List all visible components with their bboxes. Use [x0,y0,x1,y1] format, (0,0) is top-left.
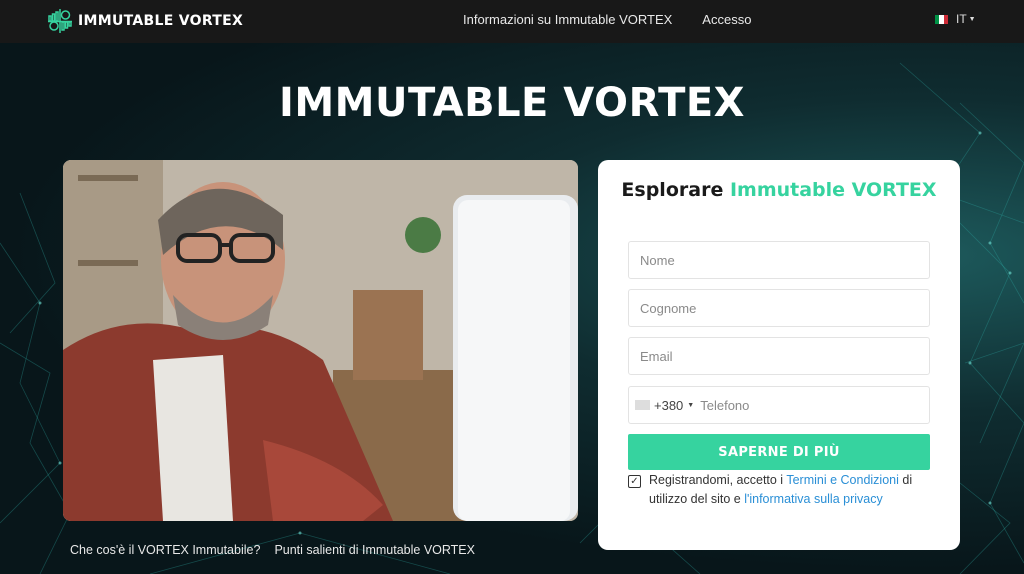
form-title: Esplorare Immutable VORTEX [598,177,960,203]
privacy-link[interactable]: l'informativa sulla privacy [744,492,883,506]
main-nav: Informazioni su Immutable VORTEX Accesso [463,12,751,27]
first-name-input[interactable] [640,252,929,268]
logo[interactable]: IMMUTABLE VORTEX [47,8,243,34]
first-name-field[interactable] [628,241,930,279]
consent-text: Registrandomi, accetto i Termini e Condi… [649,471,938,509]
footer-link-what-is[interactable]: Che cos'è il VORTEX Immutabile? [70,543,260,557]
country-code-selector[interactable]: +380 ▼ [635,398,694,413]
caret-down-icon: ▼ [687,401,695,409]
consent-row: ✓ Registrandomi, accetto i Termini e Con… [628,471,938,509]
last-name-field[interactable] [628,289,930,327]
country-flag-icon [635,400,650,410]
checkmark-icon: ✓ [630,476,639,487]
nav-about[interactable]: Informazioni su Immutable VORTEX [463,12,672,27]
language-selector[interactable]: IT ▼ [935,12,976,26]
form-title-accent: Immutable VORTEX [729,179,937,201]
email-field[interactable] [628,337,930,375]
terms-link[interactable]: Termini e Condizioni [786,473,899,487]
logo-icon [48,9,72,33]
man-at-computer-illustration [63,160,578,521]
signup-form: Esplorare Immutable VORTEX +380 ▼ SAPERN… [598,160,960,550]
nav-login[interactable]: Accesso [702,12,751,27]
submit-button[interactable]: SAPERNE DI PIÙ [628,434,930,470]
country-code: +380 [654,397,684,413]
consent-text-part-1: Registrandomi, accetto i [649,473,787,487]
caret-down-icon: ▼ [968,15,976,23]
last-name-input[interactable] [640,300,929,316]
phone-field[interactable]: +380 ▼ [628,386,930,424]
form-title-prefix: Esplorare [621,179,724,201]
italy-flag-icon [935,14,948,24]
consent-checkbox[interactable]: ✓ [628,475,641,488]
language-code: IT [956,12,967,26]
email-input[interactable] [640,348,929,364]
footer-link-highlights[interactable]: Punti salienti di Immutable VORTEX [274,543,475,557]
phone-input[interactable] [700,397,929,413]
brand-name: IMMUTABLE VORTEX [78,13,244,29]
top-navbar: IMMUTABLE VORTEX Informazioni su Immutab… [0,0,1024,43]
footer-links: Che cos'è il VORTEX Immutabile? Punti sa… [70,543,475,557]
hero-image [63,160,578,521]
hero-title: IMMUTABLE VORTEX [278,80,746,126]
